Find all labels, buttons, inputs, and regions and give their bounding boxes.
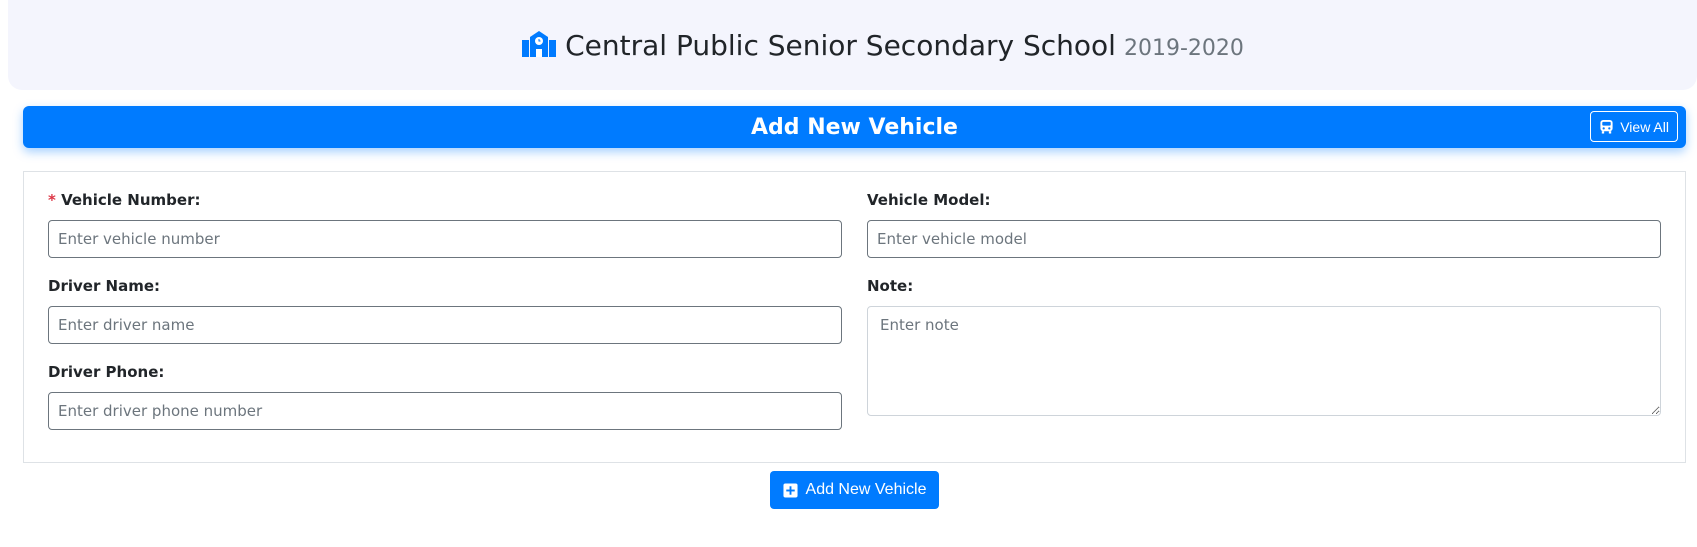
plus-square-icon [782,482,798,498]
vehicle-form: * Vehicle Number: Vehicle Model: Driver … [23,171,1686,463]
add-new-vehicle-button[interactable]: Add New Vehicle [770,471,939,509]
school-name: Central Public Senior Secondary School [565,28,1116,62]
view-all-button[interactable]: View All [1590,111,1678,142]
bus-icon [1600,119,1613,134]
driver-name-label: Driver Name: [48,277,161,295]
driver-phone-label: Driver Phone: [48,363,165,381]
view-all-label: View All [1620,118,1669,135]
page-title-bar: Add New Vehicle View All [23,106,1686,148]
driver-name-input[interactable] [48,306,842,344]
note-label: Note: [867,277,914,295]
vehicle-model-label: Vehicle Model: [867,191,991,209]
vehicle-model-input[interactable] [867,220,1661,258]
page-title: Add New Vehicle [751,114,958,140]
add-new-vehicle-label: Add New Vehicle [805,481,927,498]
session-year: 2019-2020 [1123,35,1244,61]
required-mark: * [48,191,56,209]
vehicle-number-label-text: Vehicle Number: [61,191,201,209]
vehicle-number-input[interactable] [48,220,842,258]
school-header: Central Public Senior Secondary School 2… [8,0,1697,90]
note-textarea[interactable] [867,306,1661,416]
driver-phone-input[interactable] [48,392,842,430]
school-title-group: Central Public Senior Secondary School 2… [521,29,1244,62]
school-icon [522,31,557,57]
vehicle-number-label: * Vehicle Number: [48,191,200,209]
